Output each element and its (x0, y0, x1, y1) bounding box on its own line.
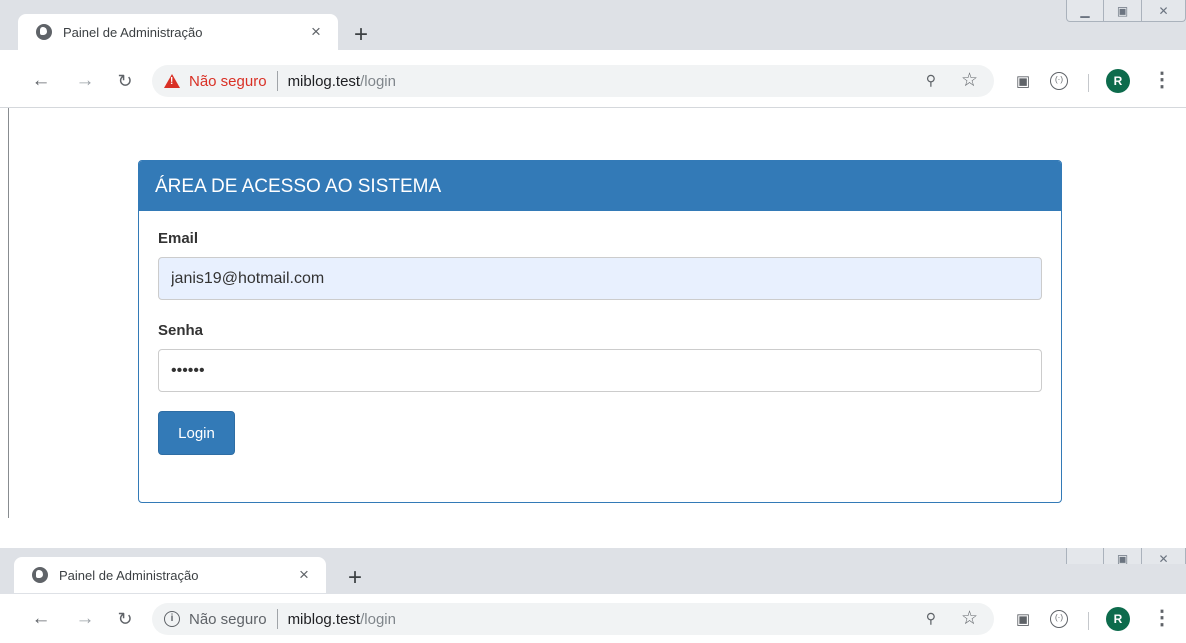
password-label: Senha (158, 322, 204, 339)
back-icon[interactable]: ← (30, 70, 52, 92)
profile-avatar[interactable]: R (1106, 607, 1130, 631)
maximize-button[interactable]: ▣ (1104, 0, 1142, 22)
url-host: miblog.test (287, 610, 361, 628)
password-field[interactable] (158, 349, 1042, 392)
info-icon[interactable]: i (164, 611, 180, 627)
maximize-button[interactable]: ▣ (1104, 548, 1142, 564)
tab-strip: Painel de Administração × + ▁ ▣ ✕ (0, 0, 1186, 50)
camera-icon[interactable]: ▣ (1016, 72, 1030, 90)
email-label: Email (158, 230, 199, 247)
browser-toolbar: ← → ↻ i Não seguro miblog.test /login ⚲ … (0, 594, 1186, 643)
new-tab-button[interactable]: + (342, 566, 368, 593)
menu-icon[interactable]: ⋮ (1152, 68, 1172, 92)
bookmark-star-icon[interactable]: ☆ (961, 69, 978, 92)
menu-icon[interactable]: ⋮ (1152, 606, 1172, 630)
toolbar-separator (1088, 74, 1089, 92)
window-controls: ▁ ▣ ✕ (1066, 548, 1186, 564)
url-path: /login (360, 610, 396, 628)
url-host: miblog.test (287, 72, 361, 90)
forward-icon[interactable]: → (74, 608, 96, 630)
email-field[interactable] (158, 257, 1042, 300)
login-button[interactable]: Login (158, 411, 235, 455)
minimize-button[interactable]: ▁ (1066, 0, 1104, 22)
extension-icon[interactable]: (·) (1050, 610, 1068, 628)
reload-icon[interactable]: ↻ (114, 70, 136, 92)
address-bar[interactable]: Não seguro miblog.test /login ⚲ ☆ (152, 65, 994, 97)
bookmark-star-icon[interactable]: ☆ (961, 607, 978, 630)
close-window-button[interactable]: ✕ (1142, 548, 1186, 564)
browser-tab[interactable]: Painel de Administração × (18, 14, 338, 50)
forward-icon[interactable]: → (74, 70, 96, 92)
minimize-button[interactable]: ▁ (1066, 548, 1104, 564)
key-icon[interactable]: ⚲ (926, 610, 936, 627)
globe-icon (36, 24, 52, 40)
back-icon[interactable]: ← (30, 608, 52, 630)
panel-heading: ÁREA DE ACESSO AO SISTEMA (139, 161, 1061, 211)
new-tab-button[interactable]: + (348, 23, 374, 50)
close-window-button[interactable]: ✕ (1142, 0, 1186, 22)
tab-strip: Painel de Administração × + ▁ ▣ ✕ (0, 548, 1186, 594)
address-separator (276, 71, 278, 91)
window-controls: ▁ ▣ ✕ (1066, 0, 1186, 22)
toolbar-separator (1088, 612, 1089, 630)
page-edge-divider (8, 108, 9, 518)
tab-title: Painel de Administração (63, 24, 203, 40)
globe-icon (32, 567, 48, 583)
profile-avatar[interactable]: R (1106, 69, 1130, 93)
address-separator (276, 609, 278, 629)
tab-close-icon[interactable]: × (304, 20, 328, 44)
url-path: /login (360, 72, 396, 90)
browser-tab[interactable]: Painel de Administração × (14, 557, 326, 593)
panel-body: Email Senha Login (139, 211, 1061, 455)
extension-icon[interactable]: (·) (1050, 72, 1068, 90)
reload-icon[interactable]: ↻ (114, 608, 136, 630)
login-panel: ÁREA DE ACESSO AO SISTEMA Email Senha Lo… (138, 160, 1062, 503)
camera-icon[interactable]: ▣ (1016, 610, 1030, 628)
tab-title: Painel de Administração (59, 567, 199, 583)
key-icon[interactable]: ⚲ (926, 72, 936, 89)
tab-close-icon[interactable]: × (292, 563, 316, 587)
security-label[interactable]: Não seguro (189, 611, 267, 628)
warning-icon[interactable] (164, 74, 180, 88)
browser-toolbar: ← → ↻ Não seguro miblog.test /login ⚲ ☆ … (0, 50, 1186, 108)
address-bar[interactable]: i Não seguro miblog.test /login ⚲ ☆ (152, 603, 994, 635)
security-label[interactable]: Não seguro (189, 73, 267, 90)
